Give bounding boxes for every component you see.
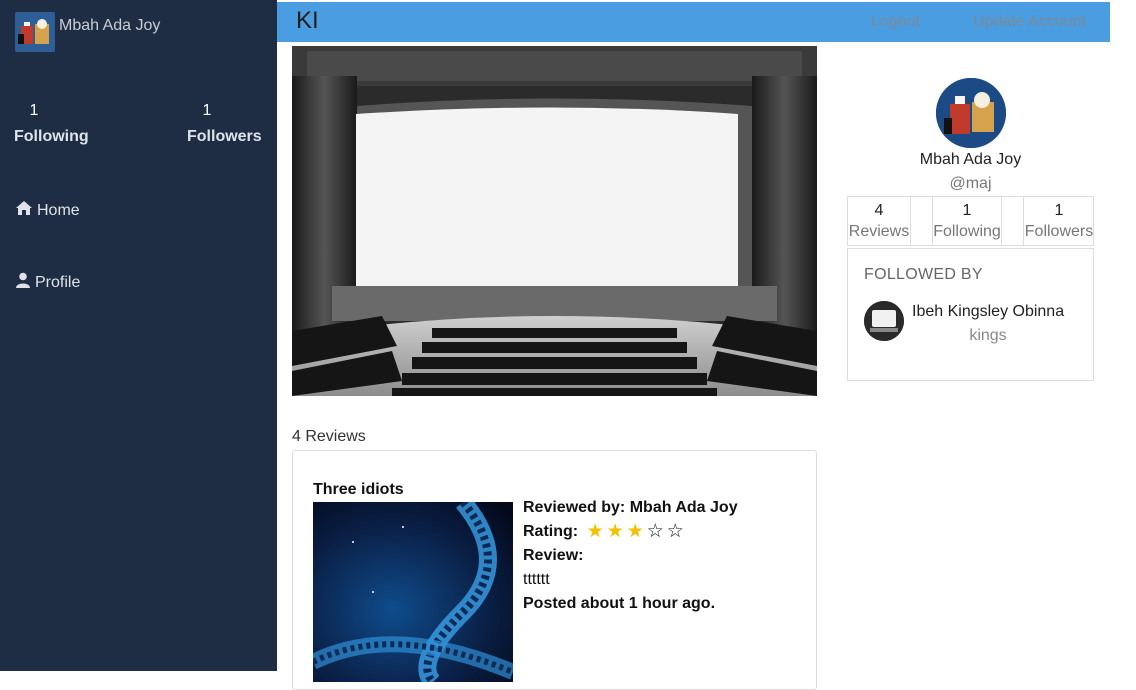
profile-name: Mbah Ada Joy	[919, 151, 1022, 168]
home-icon	[15, 200, 37, 221]
review-movie-title[interactable]: Three idiots	[313, 481, 404, 499]
stat-label: Following	[933, 223, 1001, 240]
review-rating-line: Rating: ★ ★ ★ ☆ ☆	[523, 520, 738, 544]
star-outline-icon: ☆	[666, 520, 684, 542]
avatar[interactable]	[15, 12, 55, 52]
follower-avatar[interactable]	[864, 301, 904, 341]
brand-logo-text[interactable]: KI	[296, 7, 319, 35]
star-outline-icon: ☆	[646, 520, 664, 542]
logout-link[interactable]: Logout	[871, 13, 920, 31]
sidebar: Mbah Ada Joy 1 Following 1 Followers Hom…	[0, 0, 277, 671]
review-label: Review:	[523, 547, 584, 564]
stat-label: Followers	[1024, 223, 1094, 240]
follower-handle: kings	[969, 327, 1007, 344]
cover-image	[292, 46, 817, 396]
update-account-link[interactable]: Update Account	[973, 13, 1086, 31]
sidebar-item-home[interactable]: Home	[15, 200, 80, 221]
movie-poster	[313, 502, 513, 682]
following-label: Following	[14, 128, 89, 145]
followers-label: Followers	[187, 128, 262, 145]
following-count: 1	[29, 102, 39, 119]
star-filled-icon: ★	[586, 520, 604, 542]
star-filled-icon: ★	[606, 520, 624, 542]
rating-stars: ★ ★ ★ ☆ ☆	[586, 520, 687, 542]
stat-value: 4	[874, 202, 884, 219]
stat-reviews[interactable]: 4 Reviews	[848, 197, 911, 245]
stat-label: Reviews	[848, 223, 910, 240]
review-author-line: Reviewed by: Mbah Ada Joy	[523, 499, 738, 516]
followed-by-title: FOLLOWED BY	[864, 266, 983, 283]
review-author[interactable]: Mbah Ada Joy	[630, 499, 738, 516]
sidebar-following[interactable]: 1 Following	[14, 102, 89, 146]
user-icon	[15, 272, 35, 293]
sidebar-item-profile[interactable]: Profile	[15, 272, 80, 293]
followers-count: 1	[202, 102, 212, 119]
stat-value: 1	[1054, 202, 1064, 219]
review-card: Three idiots Reviewed by: Mbah Ada Joy R…	[292, 450, 817, 690]
avatar[interactable]	[936, 78, 1006, 148]
profile-stats: 4 Reviews 1 Following 1 Followers	[847, 196, 1094, 246]
stat-value: 1	[962, 202, 972, 219]
sidebar-item-label: Profile	[35, 273, 81, 291]
follower-name[interactable]: Ibeh Kingsley Obinna	[912, 303, 1064, 321]
followed-by-panel: FOLLOWED BY Ibeh Kingsley Obinna kings	[847, 248, 1094, 381]
sidebar-user[interactable]: Mbah Ada Joy	[15, 12, 160, 52]
star-filled-icon: ★	[626, 520, 644, 542]
top-navbar: KI Logout Update Account	[277, 2, 1110, 42]
sidebar-followers[interactable]: 1 Followers	[187, 102, 262, 146]
reviews-count: 4 Reviews	[292, 428, 366, 445]
profile-handle: @maj	[949, 175, 992, 192]
stat-followers[interactable]: 1 Followers	[1023, 197, 1094, 245]
review-timestamp: Posted about 1 hour ago.	[523, 595, 716, 612]
sidebar-item-label: Home	[37, 201, 80, 219]
review-details: Reviewed by: Mbah Ada Joy Rating: ★ ★ ★ …	[523, 496, 738, 616]
sidebar-user-name[interactable]: Mbah Ada Joy	[59, 17, 160, 35]
stat-following[interactable]: 1 Following	[932, 197, 1002, 245]
review-text: tttttt	[523, 571, 550, 588]
